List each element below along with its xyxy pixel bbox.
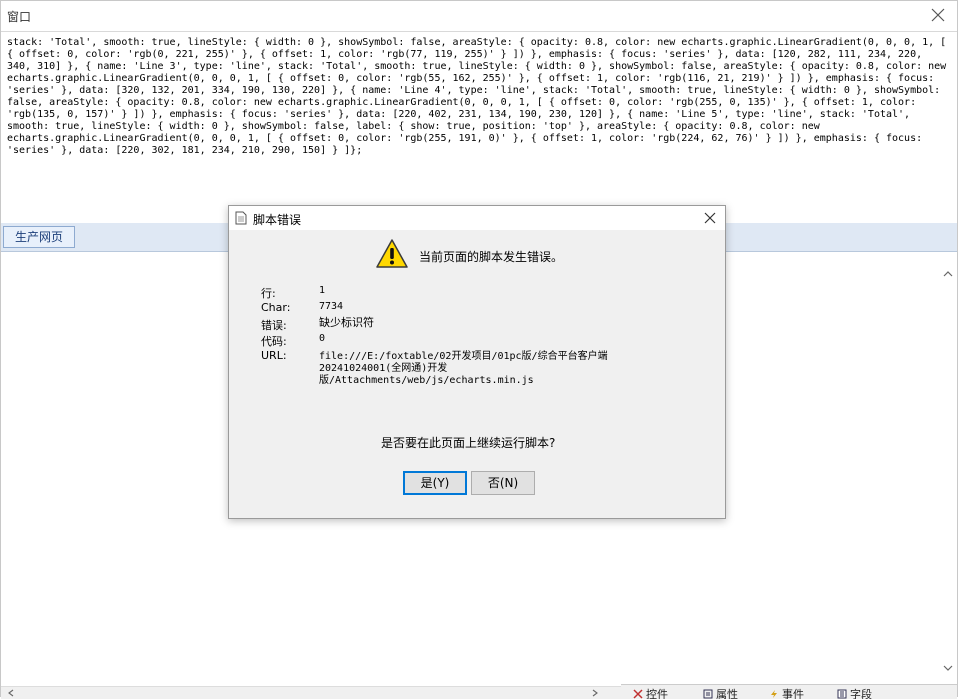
fields-icon	[837, 689, 847, 699]
panel-tab-controls[interactable]: 控件	[633, 686, 668, 699]
panel-tab-fields[interactable]: 字段	[837, 686, 872, 699]
window-titlebar: 窗口	[1, 1, 957, 31]
dialog-title: 脚本错误	[253, 213, 302, 227]
error-label: 错误:	[261, 319, 287, 332]
code-label: 代码:	[261, 335, 287, 348]
url-label: URL:	[261, 349, 287, 362]
horizontal-scrollbar[interactable]	[1, 686, 621, 699]
chevron-up-icon[interactable]	[943, 269, 953, 279]
char-label: Char:	[261, 301, 291, 314]
panel-tab-events-label: 事件	[782, 688, 804, 699]
script-error-dialog: 脚本错误 当前页面的脚本发生错误。 行: 1 Char: 7734 错误: 缺少…	[228, 205, 726, 519]
controls-icon	[633, 689, 643, 699]
panel-tab-properties-label: 属性	[716, 688, 738, 699]
document-icon	[235, 211, 247, 225]
dialog-titlebar: 脚本错误	[229, 206, 725, 230]
window-title: 窗口	[7, 10, 32, 24]
yes-button[interactable]: 是(Y)	[403, 471, 467, 495]
line-value: 1	[319, 285, 326, 296]
chevron-down-icon[interactable]	[943, 663, 953, 673]
vertical-scrollbar[interactable]	[939, 263, 957, 679]
dialog-message: 当前页面的脚本发生错误。	[419, 250, 564, 264]
dialog-question: 是否要在此页面上继续运行脚本?	[381, 436, 556, 450]
close-icon[interactable]	[929, 6, 947, 24]
no-button[interactable]: 否(N)	[471, 471, 535, 495]
panel-tab-fields-label: 字段	[850, 688, 872, 699]
line-label: 行:	[261, 287, 276, 300]
tab-production-page[interactable]: 生产网页	[3, 226, 76, 248]
error-value: 缺少标识符	[319, 316, 374, 329]
code-value: 0	[319, 333, 326, 344]
warning-icon	[376, 239, 408, 268]
dialog-close-icon[interactable]	[703, 211, 717, 225]
events-icon	[771, 690, 777, 698]
properties-icon	[703, 689, 713, 699]
code-textbox[interactable]: stack: 'Total', smooth: true, lineStyle:…	[1, 31, 957, 225]
chevron-left-icon[interactable]	[7, 689, 15, 697]
url-value: file:///E:/foxtable/02开发项目/01pc版/综合平台客户端…	[319, 351, 608, 386]
char-value: 7734	[319, 301, 344, 312]
panel-tab-controls-label: 控件	[646, 688, 668, 699]
chevron-right-icon[interactable]	[591, 689, 599, 697]
panel-tab-properties[interactable]: 属性	[703, 686, 738, 699]
code-content: stack: 'Total', smooth: true, lineStyle:…	[7, 37, 947, 156]
panel-tab-events[interactable]: 事件	[769, 686, 804, 699]
